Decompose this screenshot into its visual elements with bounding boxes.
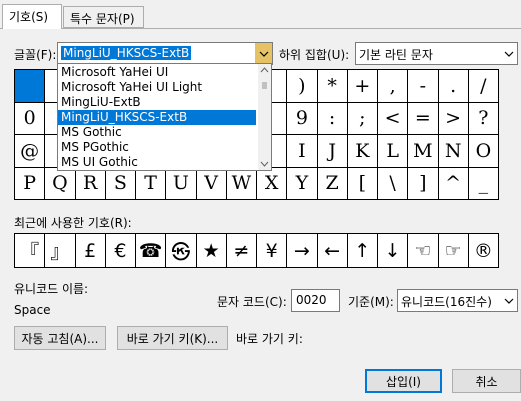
autocorrect-button[interactable]: 자동 고침(A)... (14, 326, 106, 350)
symbol-cell[interactable]: Q (45, 167, 76, 200)
basis-combobox-value: 유니코드(16진수) (401, 295, 492, 309)
char-code-label: 문자 코드(C): (217, 295, 287, 309)
symbol-cell[interactable]: 9 (287, 102, 318, 135)
subset-combobox-value: 기본 라틴 문자 (359, 48, 433, 62)
basis-combobox[interactable]: 유니코드(16진수) (397, 289, 518, 312)
symbol-cell[interactable]: \ (378, 167, 409, 200)
symbol-cell[interactable]: > (438, 102, 469, 135)
symbol-cell[interactable]: = (408, 102, 439, 135)
symbol-cell[interactable]: V (196, 167, 227, 200)
shortcut-key-button[interactable]: 바로 가기 키(K)... (117, 326, 228, 350)
symbol-cell[interactable]: U (166, 167, 197, 200)
recent-symbol-cell[interactable]: € (105, 234, 136, 268)
symbol-cell[interactable]: Z (317, 167, 348, 200)
recent-symbol-cell[interactable]: ↑ (347, 234, 378, 268)
unicode-name-label: 유니코드 이름: (14, 282, 89, 296)
symbol-cell[interactable]: @ (15, 135, 46, 168)
char-code-value: 0020 (296, 293, 327, 307)
symbol-cell[interactable]: Y (287, 167, 318, 200)
tab-special-characters[interactable]: 특수 문자(P) (63, 6, 144, 28)
cancel-button-label: 취소 (475, 374, 498, 389)
recent-symbol-cell[interactable]: → (287, 234, 318, 268)
symbol-cell[interactable]: J (317, 135, 348, 168)
recent-symbol-cell[interactable]: ☜ (408, 234, 439, 268)
symbol-cell[interactable]: S (105, 167, 136, 200)
recent-symbol-cell[interactable]: 『 (15, 234, 46, 268)
cancel-button[interactable]: 취소 (452, 369, 521, 393)
symbol-cell[interactable]: , (378, 70, 409, 103)
font-label: 글꼴(F): (14, 48, 57, 62)
symbol-cell[interactable]: / (468, 70, 499, 103)
recent-symbol-cell[interactable]: ¥ (257, 234, 288, 268)
symbol-cell[interactable]: - (408, 70, 439, 103)
symbol-cell[interactable]: * (317, 70, 348, 103)
symbol-cell[interactable]: R (75, 167, 106, 200)
font-list-item[interactable]: Microsoft YaHei UI (58, 65, 256, 80)
symbol-cell[interactable]: ) (287, 70, 318, 103)
shortcut-key-label: 바로 가기 키: (236, 332, 303, 346)
chevron-down-icon[interactable] (500, 43, 517, 64)
symbol-cell[interactable]: P (15, 167, 46, 200)
symbol-cell[interactable]: ; (347, 102, 378, 135)
dropdown-scrollbar[interactable] (258, 64, 271, 170)
font-list-item[interactable]: MingLiU_HKSCS-ExtB (58, 110, 256, 125)
recent-symbols-label: 최근에 사용한 기호(R): (14, 216, 132, 230)
recent-symbol-cell[interactable]: ≠ (226, 234, 257, 268)
basis-label: 기준(M): (348, 295, 394, 309)
chevron-down-icon[interactable] (500, 290, 517, 311)
recent-symbol-cell[interactable]: ☎ (136, 234, 167, 268)
tab-bar: 기호(S) 특수 문자(P) (0, 0, 521, 29)
recent-symbol-cell[interactable]: ㉿ (166, 234, 197, 268)
symbol-cell[interactable]: T (136, 167, 167, 200)
symbol-cell[interactable]: : (317, 102, 348, 135)
subset-combobox[interactable]: 기본 라틴 문자 (355, 42, 518, 65)
char-code-input[interactable]: 0020 (291, 289, 340, 312)
font-combobox-value: MingLiU_HKSCS-ExtB (61, 46, 192, 60)
subset-label: 하위 집합(U): (279, 48, 350, 62)
shortcut-key-button-label: 바로 가기 키(K)... (126, 331, 219, 346)
symbol-cell[interactable]: . (438, 70, 469, 103)
recent-symbol-cell[interactable]: ↓ (378, 234, 409, 268)
symbol-cell[interactable]: K (347, 135, 378, 168)
recent-symbol-cell[interactable]: ® (468, 234, 499, 268)
symbol-cell[interactable]: L (378, 135, 409, 168)
symbol-cell[interactable]: M (408, 135, 439, 168)
recent-symbol-cell[interactable]: 』 (45, 234, 76, 268)
symbol-cell[interactable]: + (347, 70, 378, 103)
font-combobox[interactable]: MingLiU_HKSCS-ExtB (57, 42, 273, 65)
recent-symbol-cell[interactable]: ★ (196, 234, 227, 268)
recent-symbol-cell[interactable]: £ (75, 234, 106, 268)
symbol-cell[interactable]: [ (347, 167, 378, 200)
symbol-cell[interactable]: I (287, 135, 318, 168)
font-list-item[interactable]: MingLiU-ExtB (58, 95, 256, 110)
font-list-item[interactable]: MS UI Gothic (58, 155, 256, 170)
insert-button-label: 삽입(I) (386, 374, 421, 389)
tab-symbols-label: 기호(S) (9, 10, 49, 24)
recent-symbol-cell[interactable]: ☞ (438, 234, 469, 268)
font-list-item[interactable]: MS Gothic (58, 125, 256, 140)
symbol-cell[interactable]: N (438, 135, 469, 168)
tab-symbols[interactable]: 기호(S) (2, 4, 62, 29)
symbol-cell[interactable]: O (468, 135, 499, 168)
insert-button[interactable]: 삽입(I) (365, 369, 442, 393)
unicode-name-value: Space (14, 303, 51, 317)
symbol-cell[interactable]: X (257, 167, 288, 200)
symbol-cell[interactable]: ^ (438, 167, 469, 200)
recent-symbol-cell[interactable]: ← (317, 234, 348, 268)
symbol-cell[interactable]: < (378, 102, 409, 135)
symbol-cell[interactable]: ] (408, 167, 439, 200)
symbol-cell[interactable]: ? (468, 102, 499, 135)
symbol-cell[interactable]: _ (468, 167, 499, 200)
font-dropdown-list[interactable]: Microsoft YaHei UI Microsoft YaHei UI Lig… (57, 63, 272, 171)
chevron-down-icon[interactable] (255, 43, 272, 64)
recent-symbols-row: 『』 £ € ☎ ㉿ ★ ≠ ¥ → ← ↑ ↓ ☜ ☞ ® (14, 233, 499, 268)
symbol-cell[interactable] (15, 70, 46, 103)
tab-special-characters-label: 특수 문자(P) (70, 12, 135, 26)
symbol-cell[interactable]: 0 (15, 102, 46, 135)
font-list-item[interactable]: MS PGothic (58, 140, 256, 155)
symbol-cell[interactable]: W (226, 167, 257, 200)
autocorrect-button-label: 자동 고침(A)... (21, 331, 99, 346)
font-list-item[interactable]: Microsoft YaHei UI Light (58, 80, 256, 95)
